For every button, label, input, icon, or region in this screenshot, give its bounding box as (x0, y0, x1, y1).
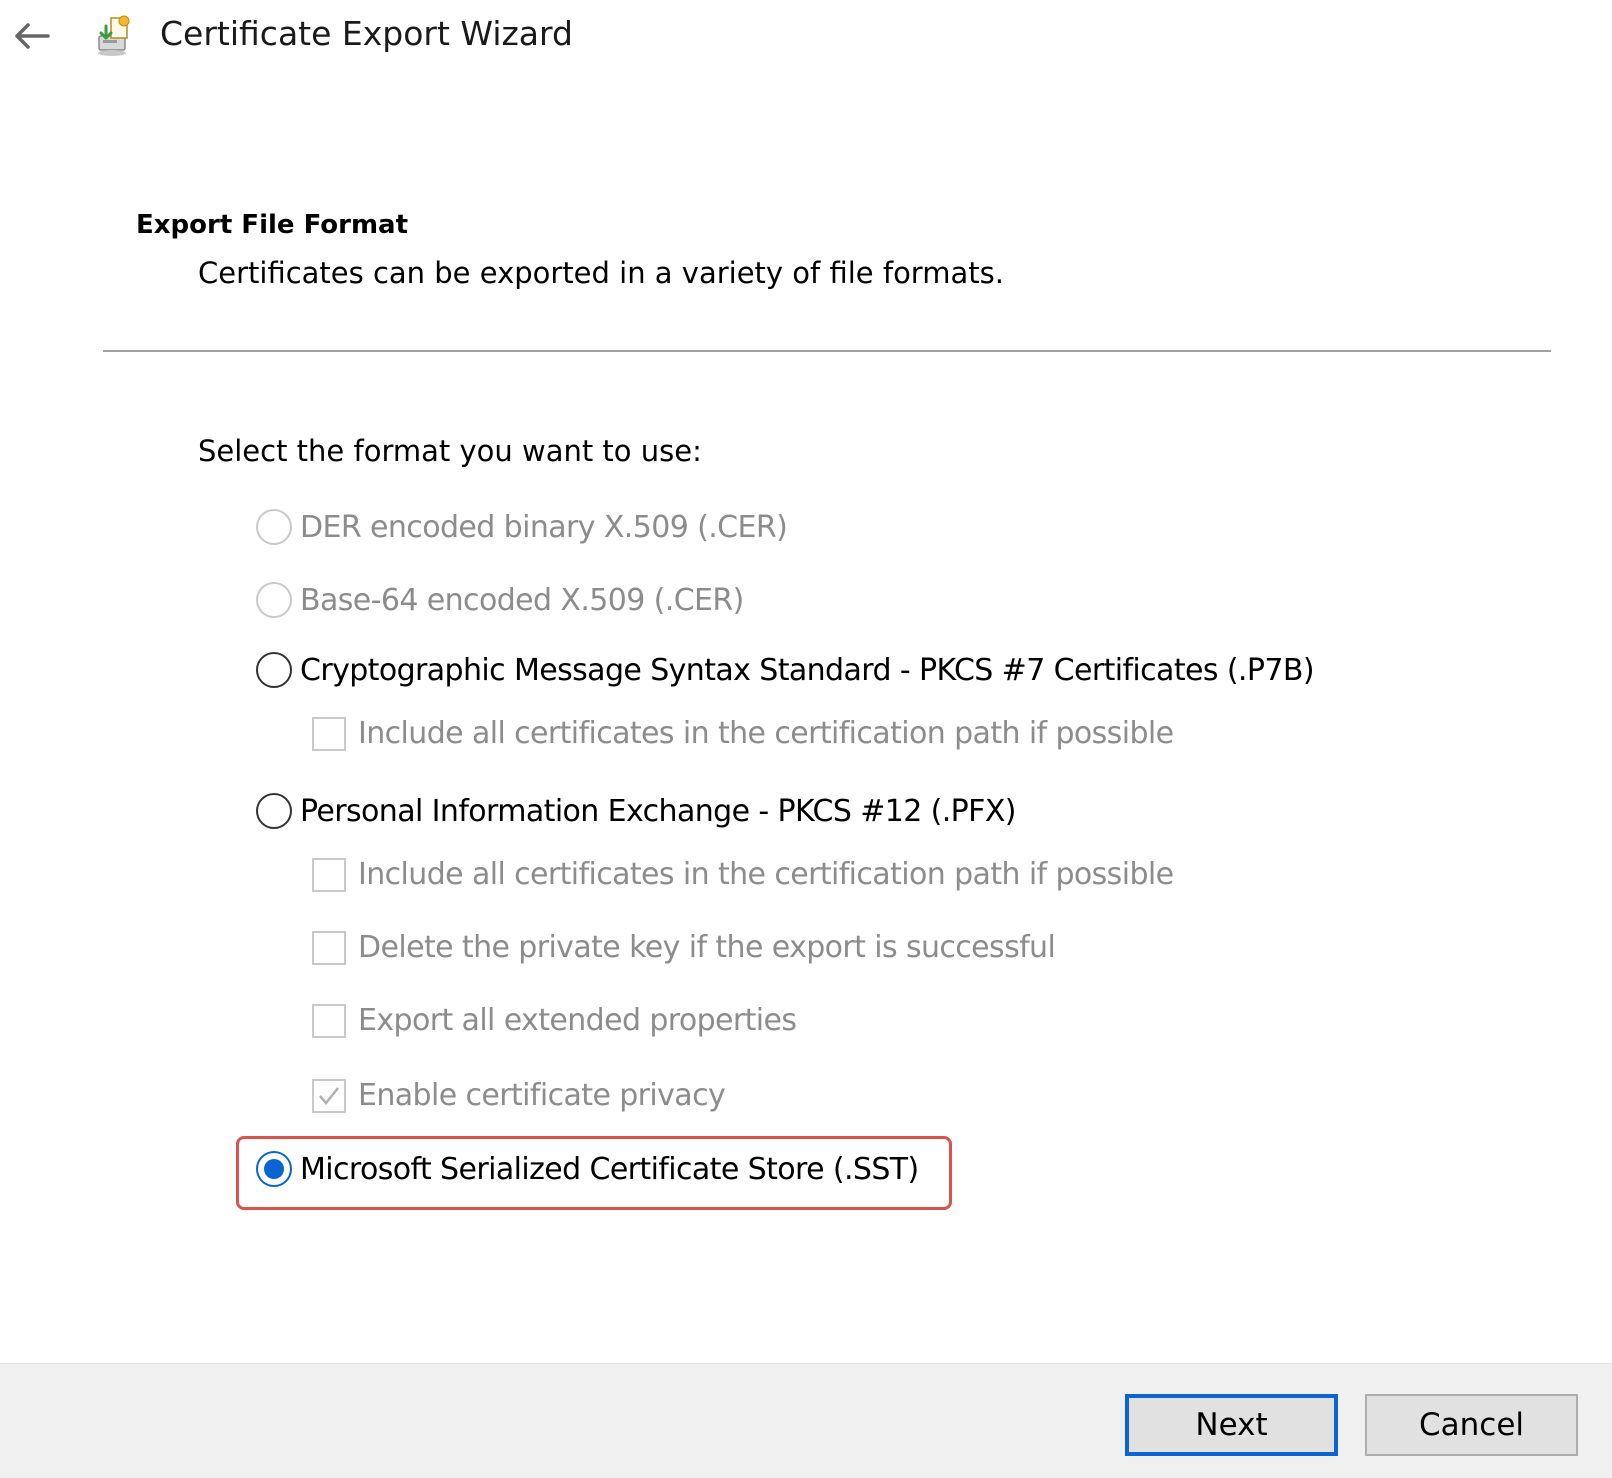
checkmark-icon (319, 1086, 339, 1105)
option-p7b-label[interactable]: Cryptographic Message Syntax Standard - … (300, 653, 1315, 688)
pfx-privacy-checkbox (312, 1078, 346, 1113)
pfx-delete-key-option: Delete the private key if the export is … (312, 930, 1056, 965)
option-p7b[interactable]: Cryptographic Message Syntax Standard - … (256, 652, 1315, 688)
option-der-label: DER encoded binary X.509 (.CER) (300, 509, 788, 545)
pfx-export-props-checkbox (312, 1003, 346, 1038)
radio-p7b[interactable] (256, 652, 292, 688)
p7b-include-all-option: Include all certificates in the certific… (312, 716, 1174, 751)
option-pfx[interactable]: Personal Information Exchange - PKCS #12… (256, 793, 1016, 829)
option-sst[interactable]: Microsoft Serialized Certificate Store (… (256, 1151, 919, 1187)
back-button[interactable] (8, 14, 56, 58)
section-title: Export File Format (136, 210, 409, 240)
radio-base64 (256, 582, 292, 618)
option-base64: Base-64 encoded X.509 (.CER) (256, 582, 744, 618)
header-divider (103, 350, 1551, 352)
radio-pfx[interactable] (256, 793, 292, 829)
pfx-export-props-option: Export all extended properties (312, 1003, 797, 1038)
wizard-footer: Next Cancel (0, 1363, 1612, 1478)
section-subtitle: Certificates can be exported in a variet… (198, 256, 1004, 290)
certificate-export-icon (98, 15, 130, 56)
p7b-include-all-checkbox (312, 716, 346, 751)
p7b-include-all-label: Include all certificates in the certific… (358, 716, 1174, 751)
title-bar: Certificate Export Wizard (0, 0, 1612, 80)
pfx-include-all-option: Include all certificates in the certific… (312, 857, 1174, 892)
cancel-button[interactable]: Cancel (1365, 1394, 1578, 1456)
pfx-delete-key-label: Delete the private key if the export is … (358, 930, 1056, 965)
pfx-privacy-option: Enable certificate privacy (312, 1078, 726, 1113)
pfx-privacy-label: Enable certificate privacy (358, 1078, 726, 1113)
pfx-delete-key-checkbox (312, 930, 346, 965)
option-pfx-label[interactable]: Personal Information Exchange - PKCS #12… (300, 794, 1016, 829)
radio-sst[interactable] (256, 1151, 292, 1187)
pfx-export-props-label: Export all extended properties (358, 1003, 797, 1038)
wizard-title: Certificate Export Wizard (160, 14, 573, 53)
option-der: DER encoded binary X.509 (.CER) (256, 509, 788, 545)
pfx-include-all-label: Include all certificates in the certific… (358, 857, 1174, 892)
option-base64-label: Base-64 encoded X.509 (.CER) (300, 582, 744, 618)
format-prompt: Select the format you want to use: (198, 434, 702, 468)
radio-selected-dot (264, 1159, 284, 1179)
pfx-include-all-checkbox (312, 857, 346, 892)
next-button[interactable]: Next (1125, 1394, 1338, 1456)
radio-der (256, 509, 292, 545)
arrow-left-icon (15, 23, 50, 49)
option-sst-label[interactable]: Microsoft Serialized Certificate Store (… (300, 1152, 919, 1187)
